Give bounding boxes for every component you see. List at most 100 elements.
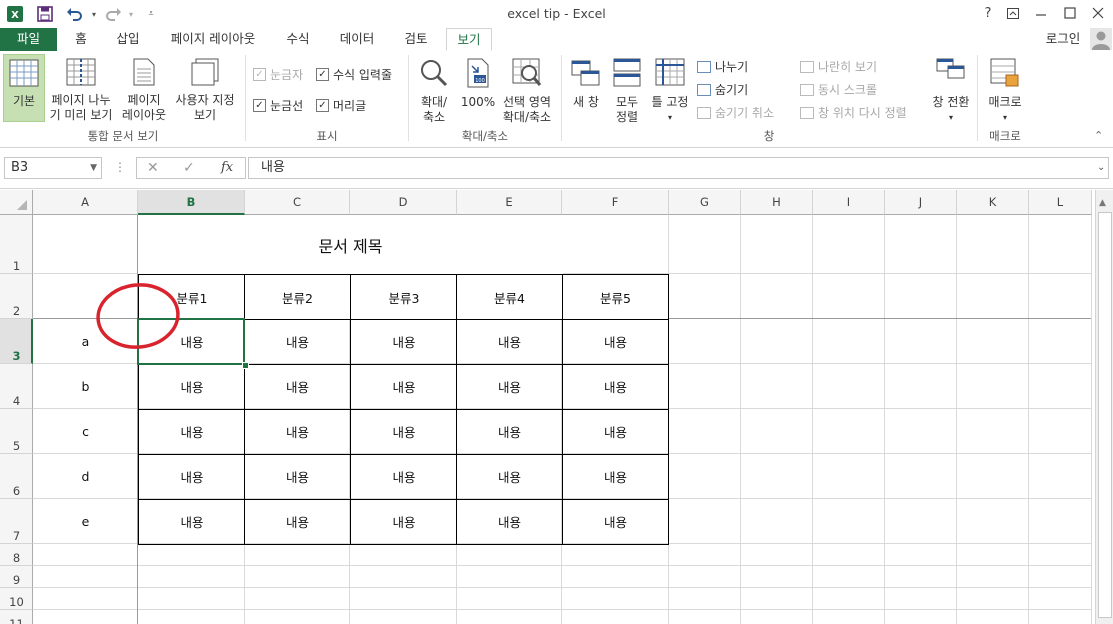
enter-icon[interactable]: ✓ [183,160,195,176]
table-cell[interactable]: 내용 [456,364,562,410]
split-button[interactable]: 나누기 [697,58,748,75]
table-cell[interactable]: 내용 [244,454,350,500]
row-header-3[interactable]: 3 [0,319,33,364]
column-header-k[interactable]: K [957,190,1029,215]
table-cell[interactable]: 내용 [456,409,562,455]
tab-review[interactable]: 검토 [392,28,440,51]
table-cell[interactable]: 내용 [562,454,669,500]
hide-button[interactable]: 숨기기 [697,81,748,98]
scroll-up-icon[interactable]: ▲ [1099,198,1106,208]
formula-bar-handle-icon[interactable]: ⋮ [114,160,126,174]
table-cell[interactable]: 내용 [138,409,245,455]
scroll-thumb[interactable] [1098,212,1112,618]
column-header-i[interactable]: I [813,190,885,215]
unhide-button[interactable]: 숨기기 취소 [697,104,774,121]
category-header[interactable]: 분류3 [350,274,457,320]
table-cell[interactable]: 내용 [244,319,350,365]
row-header-4[interactable]: 4 [0,364,33,409]
headings-checkbox[interactable]: ✓ 머리글 [316,97,366,114]
zoom-to-selection-button[interactable]: 선택 영역 확대/축소 [498,58,556,125]
tab-file[interactable]: 파일 [0,28,57,51]
new-window-button[interactable]: 새 창 [566,58,606,110]
table-cell[interactable]: 내용 [138,364,245,410]
row-header-9[interactable]: 9 [0,566,33,588]
column-header-g[interactable]: G [669,190,741,215]
row-label[interactable]: e [34,499,137,543]
normal-view-button[interactable]: 기본 [3,54,45,122]
freeze-panes-button[interactable]: 틀 고정 ▾ [648,58,692,125]
custom-views-button[interactable]: 사용자 지정 보기 [170,58,240,123]
macros-button[interactable]: 매크로 ▾ [982,58,1028,125]
table-cell[interactable]: 내용 [244,409,350,455]
table-cell[interactable]: 내용 [562,364,669,410]
page-layout-view-button[interactable]: 페이지 레이아웃 [120,58,168,123]
help-icon[interactable]: ? [975,3,1001,23]
column-header-h[interactable]: H [741,190,813,215]
row-label[interactable]: b [34,364,137,408]
insert-function-icon[interactable]: fx [221,160,233,175]
row-header-5[interactable]: 5 [0,409,33,454]
table-cell[interactable]: 내용 [456,499,562,545]
column-header-d[interactable]: D [350,190,457,215]
tab-formulas[interactable]: 수식 [276,28,320,51]
tab-page-layout[interactable]: 페이지 레이아웃 [160,28,266,51]
category-header[interactable]: 분류4 [456,274,562,320]
table-cell[interactable]: 내용 [350,319,457,365]
table-cell[interactable]: 내용 [456,454,562,500]
table-cell[interactable]: 내용 [244,364,350,410]
ruler-checkbox[interactable]: ✓ 눈금자 [253,66,303,83]
table-cell[interactable]: 내용 [456,319,562,365]
ribbon-display-options-icon[interactable] [1000,3,1026,23]
tab-view[interactable]: 보기 [446,28,492,51]
column-header-l[interactable]: L [1029,190,1092,215]
table-cell[interactable]: 내용 [244,499,350,545]
table-cell[interactable]: 내용 [350,454,457,500]
gridlines-checkbox[interactable]: ✓ 눈금선 [253,97,303,114]
page-break-preview-button[interactable]: 페이지 나누 기 미리 보기 [48,58,114,123]
row-label[interactable]: d [34,454,137,498]
tab-home[interactable]: 홈 [62,28,100,51]
row-header-2[interactable]: 2 [0,274,33,319]
zoom-100-button[interactable]: 100 100% [458,58,498,110]
sign-in-link[interactable]: 로그인 [1040,28,1086,51]
avatar[interactable] [1090,28,1112,50]
column-header-b[interactable]: B [138,190,245,215]
column-header-j[interactable]: J [885,190,957,215]
name-box-dropdown-icon[interactable]: ▼ [90,158,97,178]
sheet-title[interactable]: 문서 제목 [138,215,563,274]
switch-windows-button[interactable]: 창 전환 ▾ [928,58,974,125]
row-header-11[interactable]: 11 [0,610,33,624]
column-header-e[interactable]: E [457,190,562,215]
row-header-6[interactable]: 6 [0,454,33,499]
minimize-icon[interactable] [1028,3,1054,23]
collapse-ribbon-icon[interactable]: ⌃ [1094,129,1103,142]
row-header-10[interactable]: 10 [0,588,33,610]
row-header-7[interactable]: 7 [0,499,33,544]
column-header-f[interactable]: F [562,190,669,215]
table-cell[interactable]: 내용 [562,499,669,545]
cancel-icon[interactable]: ✕ [147,160,159,176]
row-header-1[interactable]: 1 [0,215,33,274]
formula-bar-checkbox[interactable]: ✓ 수식 입력줄 [316,66,392,83]
row-header-8[interactable]: 8 [0,544,33,566]
row-label[interactable]: c [34,409,137,453]
table-cell[interactable]: 내용 [562,319,669,365]
column-header-c[interactable]: C [245,190,350,215]
reset-window-position-button[interactable]: 창 위치 다시 정렬 [800,104,907,121]
view-side-by-side-button[interactable]: 나란히 보기 [800,58,877,75]
category-header[interactable]: 분류5 [562,274,669,320]
table-cell[interactable]: 내용 [138,499,245,545]
synchronous-scrolling-button[interactable]: 동시 스크롤 [800,81,877,98]
fill-handle[interactable] [242,362,249,369]
tab-insert[interactable]: 삽입 [106,28,150,51]
table-cell[interactable]: 내용 [350,499,457,545]
formula-input[interactable]: 내용 [248,157,1109,179]
expand-formula-bar-icon[interactable]: ⌄ [1097,162,1105,173]
table-cell[interactable]: 내용 [350,364,457,410]
arrange-all-button[interactable]: 모두 정렬 [608,58,646,125]
table-cell[interactable]: 내용 [350,409,457,455]
column-header-a[interactable]: A [33,190,138,215]
vertical-scrollbar[interactable]: ▲ [1095,190,1113,624]
maximize-icon[interactable] [1057,3,1083,23]
select-all-corner[interactable] [0,190,33,215]
